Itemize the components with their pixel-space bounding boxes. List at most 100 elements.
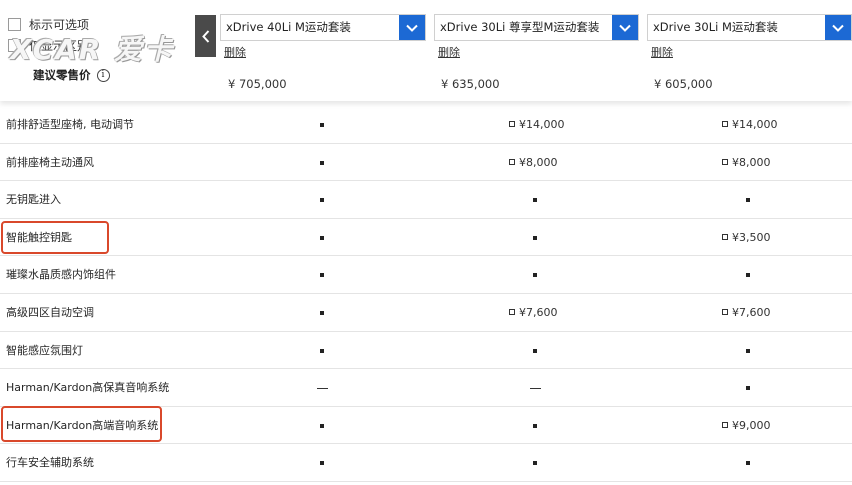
feature-name: 智能感应氛围灯 bbox=[6, 343, 83, 357]
standard-dot-icon bbox=[746, 348, 750, 353]
option-price: ¥7,600 bbox=[722, 294, 771, 331]
standard-dot-icon bbox=[746, 386, 750, 391]
standard-dot-icon bbox=[320, 310, 324, 315]
feature-name: 前排舒适型座椅, 电动调节 bbox=[6, 118, 134, 131]
not-available-marker bbox=[530, 369, 546, 406]
chevron-down-icon[interactable] bbox=[825, 15, 851, 40]
standard-dot-icon bbox=[320, 423, 324, 428]
option-price-value: ¥3,500 bbox=[732, 230, 771, 244]
table-row: 前排舒适型座椅, 电动调节 ¥14,000 ¥14,000 bbox=[0, 106, 852, 144]
option-price-value: ¥8,000 bbox=[732, 155, 771, 169]
model-column-1: xDrive 40Li M运动套装 删除 bbox=[220, 14, 426, 60]
delete-link[interactable]: 删除 bbox=[651, 44, 673, 60]
option-price: ¥7,600 bbox=[509, 294, 558, 331]
option-price-value: ¥14,000 bbox=[732, 118, 778, 131]
model-price: ¥ 635,000 bbox=[441, 77, 500, 91]
standard-marker bbox=[320, 407, 326, 444]
optional-square-icon bbox=[509, 121, 515, 127]
previous-model-button[interactable] bbox=[195, 15, 216, 57]
highlight-box bbox=[1, 221, 109, 254]
table-row: 璀璨水晶质感内饰组件 bbox=[0, 256, 852, 294]
option-price-value: ¥7,600 bbox=[732, 305, 771, 319]
standard-marker bbox=[533, 332, 539, 369]
standard-dot-icon bbox=[746, 198, 750, 203]
watermark-logo: XCAR 爱卡 bbox=[10, 33, 175, 66]
option-price-value: ¥14,000 bbox=[519, 118, 565, 131]
info-icon[interactable]: i bbox=[96, 68, 110, 82]
standard-marker bbox=[533, 256, 539, 293]
model-select[interactable]: xDrive 30Li M运动套装 bbox=[647, 14, 852, 41]
table-row: Harman/Kardon高保真音响系统 bbox=[0, 369, 852, 407]
delete-link[interactable]: 删除 bbox=[224, 44, 246, 60]
standard-dot-icon bbox=[320, 273, 324, 278]
standard-dot-icon bbox=[533, 423, 537, 428]
standard-dot-icon bbox=[320, 235, 324, 240]
model-select[interactable]: xDrive 40Li M运动套装 bbox=[220, 14, 426, 41]
standard-dot-icon bbox=[320, 348, 324, 353]
optional-square-icon bbox=[722, 158, 728, 165]
optional-square-icon bbox=[509, 158, 515, 165]
standard-dot-icon bbox=[533, 235, 537, 240]
standard-dot-icon bbox=[533, 273, 537, 278]
model-column-2: xDrive 30Li 尊享型M运动套装 删除 bbox=[434, 14, 639, 60]
optional-square-icon bbox=[722, 421, 728, 428]
standard-dot-icon bbox=[320, 461, 324, 466]
feature-name: Harman/Kardon高保真音响系统 bbox=[6, 381, 170, 395]
table-row: 行车安全辅助系统 bbox=[0, 444, 852, 482]
standard-dot-icon bbox=[746, 273, 750, 278]
standard-dot-icon bbox=[746, 461, 750, 466]
model-select[interactable]: xDrive 30Li 尊享型M运动套装 bbox=[434, 14, 639, 41]
option-price: ¥3,500 bbox=[722, 219, 771, 256]
comparison-header: 标示可选项 仅显示区别 XCAR 爱卡 建议零售价 i xDrive 40Li … bbox=[0, 0, 852, 101]
standard-marker bbox=[320, 181, 326, 218]
feature-name: 璀璨水晶质感内饰组件 bbox=[6, 268, 116, 282]
option-price-value: ¥8,000 bbox=[519, 155, 558, 169]
optional-square-icon bbox=[722, 233, 728, 240]
optional-square-icon bbox=[509, 308, 515, 315]
feature-name: 高级四区自动空调 bbox=[6, 305, 94, 319]
standard-marker bbox=[746, 181, 752, 218]
model-column-3: xDrive 30Li M运动套装 删除 bbox=[647, 14, 852, 60]
chevron-left-icon bbox=[201, 29, 209, 43]
standard-dot-icon bbox=[533, 348, 537, 353]
dash-icon bbox=[530, 387, 541, 389]
standard-marker bbox=[320, 106, 326, 143]
model-price: ¥ 705,000 bbox=[228, 77, 287, 91]
table-row: 智能感应氛围灯 bbox=[0, 332, 852, 370]
standard-marker bbox=[320, 332, 326, 369]
feature-name: 前排座椅主动通风 bbox=[6, 155, 94, 169]
standard-marker bbox=[320, 294, 326, 331]
optional-square-icon bbox=[722, 121, 728, 127]
standard-marker bbox=[746, 369, 752, 406]
standard-dot-icon bbox=[533, 198, 537, 203]
standard-marker bbox=[320, 219, 326, 256]
option-price: ¥14,000 bbox=[722, 106, 778, 143]
model-price: ¥ 605,000 bbox=[654, 77, 713, 91]
table-row: 智能触控钥匙 ¥3,500 bbox=[0, 219, 852, 257]
msrp-label-text: 建议零售价 bbox=[33, 68, 91, 82]
delete-link[interactable]: 删除 bbox=[438, 44, 460, 60]
dash-icon bbox=[317, 387, 328, 389]
standard-dot-icon bbox=[320, 198, 324, 203]
highlight-box bbox=[1, 406, 162, 442]
chevron-down-icon[interactable] bbox=[399, 15, 425, 40]
standard-dot-icon bbox=[320, 123, 324, 127]
standard-marker bbox=[533, 444, 539, 481]
standard-marker bbox=[533, 181, 539, 218]
option-price: ¥14,000 bbox=[509, 106, 565, 143]
feature-name: 无钥匙进入 bbox=[6, 193, 61, 207]
standard-marker bbox=[746, 256, 752, 293]
model-name: xDrive 40Li M运动套装 bbox=[226, 20, 351, 34]
model-name: xDrive 30Li 尊享型M运动套装 bbox=[440, 20, 600, 34]
standard-dot-icon bbox=[533, 461, 537, 466]
optional-square-icon bbox=[722, 308, 728, 315]
msrp-label: 建议零售价 i bbox=[33, 67, 110, 83]
option-price-value: ¥9,000 bbox=[732, 418, 771, 432]
table-row: 无钥匙进入 bbox=[0, 181, 852, 219]
standard-marker bbox=[320, 444, 326, 481]
option-price: ¥9,000 bbox=[722, 407, 771, 444]
feature-name: 行车安全辅助系统 bbox=[6, 456, 94, 470]
standard-marker bbox=[320, 144, 326, 181]
chevron-down-icon[interactable] bbox=[612, 15, 638, 40]
option-price: ¥8,000 bbox=[722, 144, 771, 181]
